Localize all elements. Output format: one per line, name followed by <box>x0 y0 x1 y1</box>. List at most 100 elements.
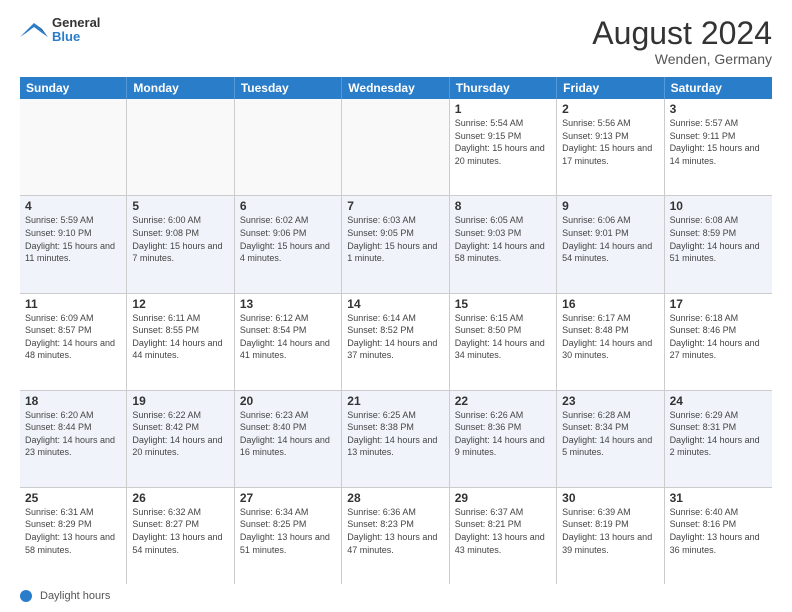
cal-cell: 23Sunrise: 6:28 AMSunset: 8:34 PMDayligh… <box>557 391 664 487</box>
location: Wenden, Germany <box>592 51 772 67</box>
day-number: 31 <box>670 491 767 505</box>
cal-cell <box>20 99 127 195</box>
cal-cell: 11Sunrise: 6:09 AMSunset: 8:57 PMDayligh… <box>20 294 127 390</box>
cal-cell: 15Sunrise: 6:15 AMSunset: 8:50 PMDayligh… <box>450 294 557 390</box>
logo-general: General <box>52 15 100 30</box>
day-number: 30 <box>562 491 658 505</box>
day-number: 25 <box>25 491 121 505</box>
day-number: 8 <box>455 199 551 213</box>
day-info: Sunrise: 6:11 AMSunset: 8:55 PMDaylight:… <box>132 312 228 362</box>
cal-cell <box>342 99 449 195</box>
day-info: Sunrise: 6:14 AMSunset: 8:52 PMDaylight:… <box>347 312 443 362</box>
day-info: Sunrise: 6:39 AMSunset: 8:19 PMDaylight:… <box>562 506 658 556</box>
cal-cell: 14Sunrise: 6:14 AMSunset: 8:52 PMDayligh… <box>342 294 449 390</box>
day-number: 16 <box>562 297 658 311</box>
day-info: Sunrise: 5:59 AMSunset: 9:10 PMDaylight:… <box>25 214 121 264</box>
day-number: 26 <box>132 491 228 505</box>
cal-cell: 29Sunrise: 6:37 AMSunset: 8:21 PMDayligh… <box>450 488 557 584</box>
cal-cell: 13Sunrise: 6:12 AMSunset: 8:54 PMDayligh… <box>235 294 342 390</box>
day-number: 27 <box>240 491 336 505</box>
day-number: 17 <box>670 297 767 311</box>
day-number: 15 <box>455 297 551 311</box>
cal-cell <box>235 99 342 195</box>
day-number: 22 <box>455 394 551 408</box>
day-number: 13 <box>240 297 336 311</box>
calendar-week-3: 11Sunrise: 6:09 AMSunset: 8:57 PMDayligh… <box>20 294 772 391</box>
cal-cell: 6Sunrise: 6:02 AMSunset: 9:06 PMDaylight… <box>235 196 342 292</box>
logo-blue: Blue <box>52 29 80 44</box>
day-info: Sunrise: 6:12 AMSunset: 8:54 PMDaylight:… <box>240 312 336 362</box>
day-info: Sunrise: 6:02 AMSunset: 9:06 PMDaylight:… <box>240 214 336 264</box>
cal-header-monday: Monday <box>127 77 234 99</box>
day-number: 12 <box>132 297 228 311</box>
cal-cell: 7Sunrise: 6:03 AMSunset: 9:05 PMDaylight… <box>342 196 449 292</box>
day-info: Sunrise: 5:56 AMSunset: 9:13 PMDaylight:… <box>562 117 658 167</box>
day-info: Sunrise: 6:00 AMSunset: 9:08 PMDaylight:… <box>132 214 228 264</box>
calendar: SundayMondayTuesdayWednesdayThursdayFrid… <box>20 77 772 584</box>
day-number: 10 <box>670 199 767 213</box>
cal-header-tuesday: Tuesday <box>235 77 342 99</box>
day-info: Sunrise: 6:23 AMSunset: 8:40 PMDaylight:… <box>240 409 336 459</box>
cal-cell: 21Sunrise: 6:25 AMSunset: 8:38 PMDayligh… <box>342 391 449 487</box>
day-number: 23 <box>562 394 658 408</box>
cal-cell: 9Sunrise: 6:06 AMSunset: 9:01 PMDaylight… <box>557 196 664 292</box>
day-info: Sunrise: 6:20 AMSunset: 8:44 PMDaylight:… <box>25 409 121 459</box>
cal-header-wednesday: Wednesday <box>342 77 449 99</box>
cal-cell: 22Sunrise: 6:26 AMSunset: 8:36 PMDayligh… <box>450 391 557 487</box>
day-info: Sunrise: 6:22 AMSunset: 8:42 PMDaylight:… <box>132 409 228 459</box>
day-number: 20 <box>240 394 336 408</box>
cal-cell <box>127 99 234 195</box>
cal-header-sunday: Sunday <box>20 77 127 99</box>
day-number: 28 <box>347 491 443 505</box>
day-number: 18 <box>25 394 121 408</box>
title-block: August 2024 Wenden, Germany <box>592 16 772 67</box>
page: General Blue August 2024 Wenden, Germany… <box>0 0 792 612</box>
cal-cell: 19Sunrise: 6:22 AMSunset: 8:42 PMDayligh… <box>127 391 234 487</box>
cal-cell: 27Sunrise: 6:34 AMSunset: 8:25 PMDayligh… <box>235 488 342 584</box>
cal-cell: 4Sunrise: 5:59 AMSunset: 9:10 PMDaylight… <box>20 196 127 292</box>
cal-cell: 24Sunrise: 6:29 AMSunset: 8:31 PMDayligh… <box>665 391 772 487</box>
cal-cell: 12Sunrise: 6:11 AMSunset: 8:55 PMDayligh… <box>127 294 234 390</box>
day-info: Sunrise: 6:05 AMSunset: 9:03 PMDaylight:… <box>455 214 551 264</box>
day-number: 21 <box>347 394 443 408</box>
day-info: Sunrise: 5:54 AMSunset: 9:15 PMDaylight:… <box>455 117 551 167</box>
calendar-week-2: 4Sunrise: 5:59 AMSunset: 9:10 PMDaylight… <box>20 196 772 293</box>
day-number: 9 <box>562 199 658 213</box>
day-number: 1 <box>455 102 551 116</box>
day-info: Sunrise: 6:25 AMSunset: 8:38 PMDaylight:… <box>347 409 443 459</box>
cal-cell: 25Sunrise: 6:31 AMSunset: 8:29 PMDayligh… <box>20 488 127 584</box>
cal-cell: 17Sunrise: 6:18 AMSunset: 8:46 PMDayligh… <box>665 294 772 390</box>
day-info: Sunrise: 6:28 AMSunset: 8:34 PMDaylight:… <box>562 409 658 459</box>
day-info: Sunrise: 5:57 AMSunset: 9:11 PMDaylight:… <box>670 117 767 167</box>
day-number: 5 <box>132 199 228 213</box>
day-number: 24 <box>670 394 767 408</box>
day-info: Sunrise: 6:37 AMSunset: 8:21 PMDaylight:… <box>455 506 551 556</box>
day-number: 7 <box>347 199 443 213</box>
day-info: Sunrise: 6:31 AMSunset: 8:29 PMDaylight:… <box>25 506 121 556</box>
cal-cell: 8Sunrise: 6:05 AMSunset: 9:03 PMDaylight… <box>450 196 557 292</box>
day-info: Sunrise: 6:32 AMSunset: 8:27 PMDaylight:… <box>132 506 228 556</box>
logo: General Blue <box>20 16 100 45</box>
cal-cell: 18Sunrise: 6:20 AMSunset: 8:44 PMDayligh… <box>20 391 127 487</box>
cal-cell: 20Sunrise: 6:23 AMSunset: 8:40 PMDayligh… <box>235 391 342 487</box>
day-info: Sunrise: 6:40 AMSunset: 8:16 PMDaylight:… <box>670 506 767 556</box>
day-number: 2 <box>562 102 658 116</box>
logo-bird-icon <box>20 19 48 41</box>
day-info: Sunrise: 6:29 AMSunset: 8:31 PMDaylight:… <box>670 409 767 459</box>
day-number: 6 <box>240 199 336 213</box>
cal-cell: 26Sunrise: 6:32 AMSunset: 8:27 PMDayligh… <box>127 488 234 584</box>
day-info: Sunrise: 6:03 AMSunset: 9:05 PMDaylight:… <box>347 214 443 264</box>
calendar-week-4: 18Sunrise: 6:20 AMSunset: 8:44 PMDayligh… <box>20 391 772 488</box>
footer-label: Daylight hours <box>40 590 110 602</box>
logo-text: General Blue <box>52 16 100 45</box>
cal-cell: 16Sunrise: 6:17 AMSunset: 8:48 PMDayligh… <box>557 294 664 390</box>
day-number: 4 <box>25 199 121 213</box>
cal-cell: 1Sunrise: 5:54 AMSunset: 9:15 PMDaylight… <box>450 99 557 195</box>
day-info: Sunrise: 6:17 AMSunset: 8:48 PMDaylight:… <box>562 312 658 362</box>
day-info: Sunrise: 6:09 AMSunset: 8:57 PMDaylight:… <box>25 312 121 362</box>
calendar-body: 1Sunrise: 5:54 AMSunset: 9:15 PMDaylight… <box>20 99 772 584</box>
calendar-week-5: 25Sunrise: 6:31 AMSunset: 8:29 PMDayligh… <box>20 488 772 584</box>
day-number: 11 <box>25 297 121 311</box>
month-year: August 2024 <box>592 16 772 51</box>
daylight-indicator <box>20 590 32 602</box>
